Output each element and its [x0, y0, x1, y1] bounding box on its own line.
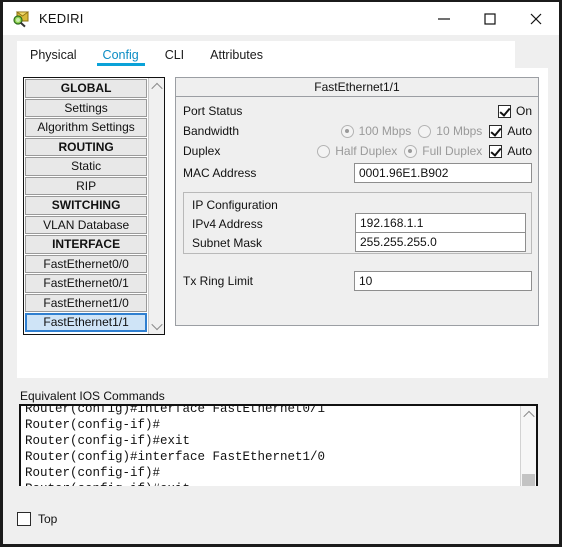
bandwidth-radio-100mbps[interactable]	[340, 124, 354, 138]
duplex-auto-label: Auto	[507, 144, 532, 158]
panel-title: FastEthernet1/1	[176, 78, 538, 97]
sidebar-item-fastethernet0-0[interactable]: FastEthernet0/0	[25, 254, 148, 273]
ip-configuration-group-label: IP Configuration	[192, 198, 278, 212]
duplex-radio-full-label: Full Duplex	[422, 144, 483, 158]
panel-body: Port Status On Bandwidth 100 Mbps 10 Mbp…	[176, 97, 538, 326]
tab-attributes[interactable]: Attributes	[197, 41, 276, 68]
subnet-mask-input[interactable]: 255.255.255.0	[355, 232, 526, 252]
duplex-radio-full[interactable]	[404, 144, 418, 158]
top-checkbox-label: Top	[38, 512, 58, 526]
top-checkbox-group[interactable]: Top	[17, 512, 57, 526]
application-window: KEDIRI Physical Config CLI Attributes GL…	[0, 0, 562, 547]
mac-address-input[interactable]: 0001.96E1.B902	[354, 163, 532, 183]
sidebar-header-global: GLOBAL	[25, 79, 148, 98]
sidebar-scroll-down-icon[interactable]	[149, 318, 164, 333]
ipv4-address-label: IPv4 Address	[192, 217, 263, 231]
sidebar-header-interface: INTERFACE	[25, 235, 148, 254]
duplex-label: Duplex	[183, 144, 221, 158]
console-scroll-up-icon[interactable]	[521, 407, 536, 422]
ip-configuration-group: IP Configuration IPv4 Address 192.168.1.…	[183, 192, 532, 254]
sidebar-item-fastethernet0-1[interactable]: FastEthernet0/1	[25, 274, 148, 293]
duplex-controls: Half Duplex Full Duplex Auto	[317, 144, 532, 158]
sidebar-scrollbar[interactable]	[148, 78, 164, 334]
window-content: Physical Config CLI Attributes GLOBAL Se…	[3, 35, 559, 544]
tx-ring-limit-input[interactable]: 10	[354, 271, 532, 291]
ipv4-address-input[interactable]: 192.168.1.1	[355, 213, 526, 233]
tab-physical[interactable]: Physical	[17, 41, 90, 68]
packet-tracer-icon	[12, 10, 30, 28]
subnet-mask-label: Subnet Mask	[192, 236, 263, 250]
sidebar-scroll-up-icon[interactable]	[149, 79, 164, 94]
tab-config[interactable]: Config	[90, 41, 152, 68]
config-sidebar: GLOBAL Settings Algorithm Settings ROUTI…	[23, 77, 165, 335]
config-work-area: GLOBAL Settings Algorithm Settings ROUTI…	[17, 68, 548, 378]
bandwidth-auto-label: Auto	[507, 124, 532, 138]
duplex-row: Duplex Half Duplex Full Duplex Auto	[176, 141, 538, 161]
sidebar-item-algorithm-settings[interactable]: Algorithm Settings	[25, 118, 148, 137]
sidebar-item-settings[interactable]: Settings	[25, 98, 148, 117]
sidebar-item-fastethernet1-1[interactable]: FastEthernet1/1	[25, 313, 148, 332]
tx-ring-limit-label: Tx Ring Limit	[183, 274, 254, 288]
duplex-radio-half-label: Half Duplex	[335, 144, 398, 158]
sidebar-item-static[interactable]: Static	[25, 157, 148, 176]
close-button[interactable]	[513, 2, 559, 35]
interface-settings-panel: FastEthernet1/1 Port Status On Bandwidth	[175, 77, 539, 326]
window-controls	[421, 2, 559, 35]
sidebar-item-vlan-database[interactable]: VLAN Database	[25, 215, 148, 234]
tab-bar: Physical Config CLI Attributes	[17, 41, 515, 68]
tx-ring-limit-row: Tx Ring Limit 10	[176, 271, 538, 291]
bandwidth-auto-checkbox[interactable]	[489, 124, 503, 138]
window-title: KEDIRI	[39, 11, 84, 26]
sidebar-item-fastethernet1-0[interactable]: FastEthernet1/0	[25, 293, 148, 312]
duplex-radio-half[interactable]	[317, 144, 331, 158]
maximize-button[interactable]	[467, 2, 513, 35]
equivalent-ios-commands-label: Equivalent IOS Commands	[20, 389, 165, 403]
minimize-button[interactable]	[421, 2, 467, 35]
port-status-controls: On	[497, 104, 532, 118]
port-status-checkbox[interactable]	[497, 104, 511, 118]
config-sidebar-list: GLOBAL Settings Algorithm Settings ROUTI…	[24, 78, 149, 334]
port-status-checkbox-label: On	[515, 104, 532, 118]
bandwidth-radio-100mbps-label: 100 Mbps	[358, 124, 412, 138]
window-footer: Top	[3, 486, 559, 544]
mac-address-row: MAC Address 0001.96E1.B902	[176, 163, 538, 183]
bandwidth-radio-10mbps[interactable]	[418, 124, 432, 138]
mac-address-label: MAC Address	[183, 166, 257, 180]
port-status-row: Port Status On	[176, 101, 538, 121]
duplex-auto-checkbox[interactable]	[489, 144, 503, 158]
title-bar: KEDIRI	[3, 2, 559, 35]
port-status-label: Port Status	[183, 104, 243, 118]
bandwidth-controls: 100 Mbps 10 Mbps Auto	[340, 124, 532, 138]
sidebar-header-routing: ROUTING	[25, 137, 148, 156]
tab-cli[interactable]: CLI	[152, 41, 197, 68]
bandwidth-radio-10mbps-label: 10 Mbps	[436, 124, 483, 138]
bandwidth-row: Bandwidth 100 Mbps 10 Mbps Auto	[176, 121, 538, 141]
top-checkbox[interactable]	[17, 512, 31, 526]
bandwidth-label: Bandwidth	[183, 124, 240, 138]
sidebar-header-switching: SWITCHING	[25, 196, 148, 215]
sidebar-item-rip[interactable]: RIP	[25, 176, 148, 195]
